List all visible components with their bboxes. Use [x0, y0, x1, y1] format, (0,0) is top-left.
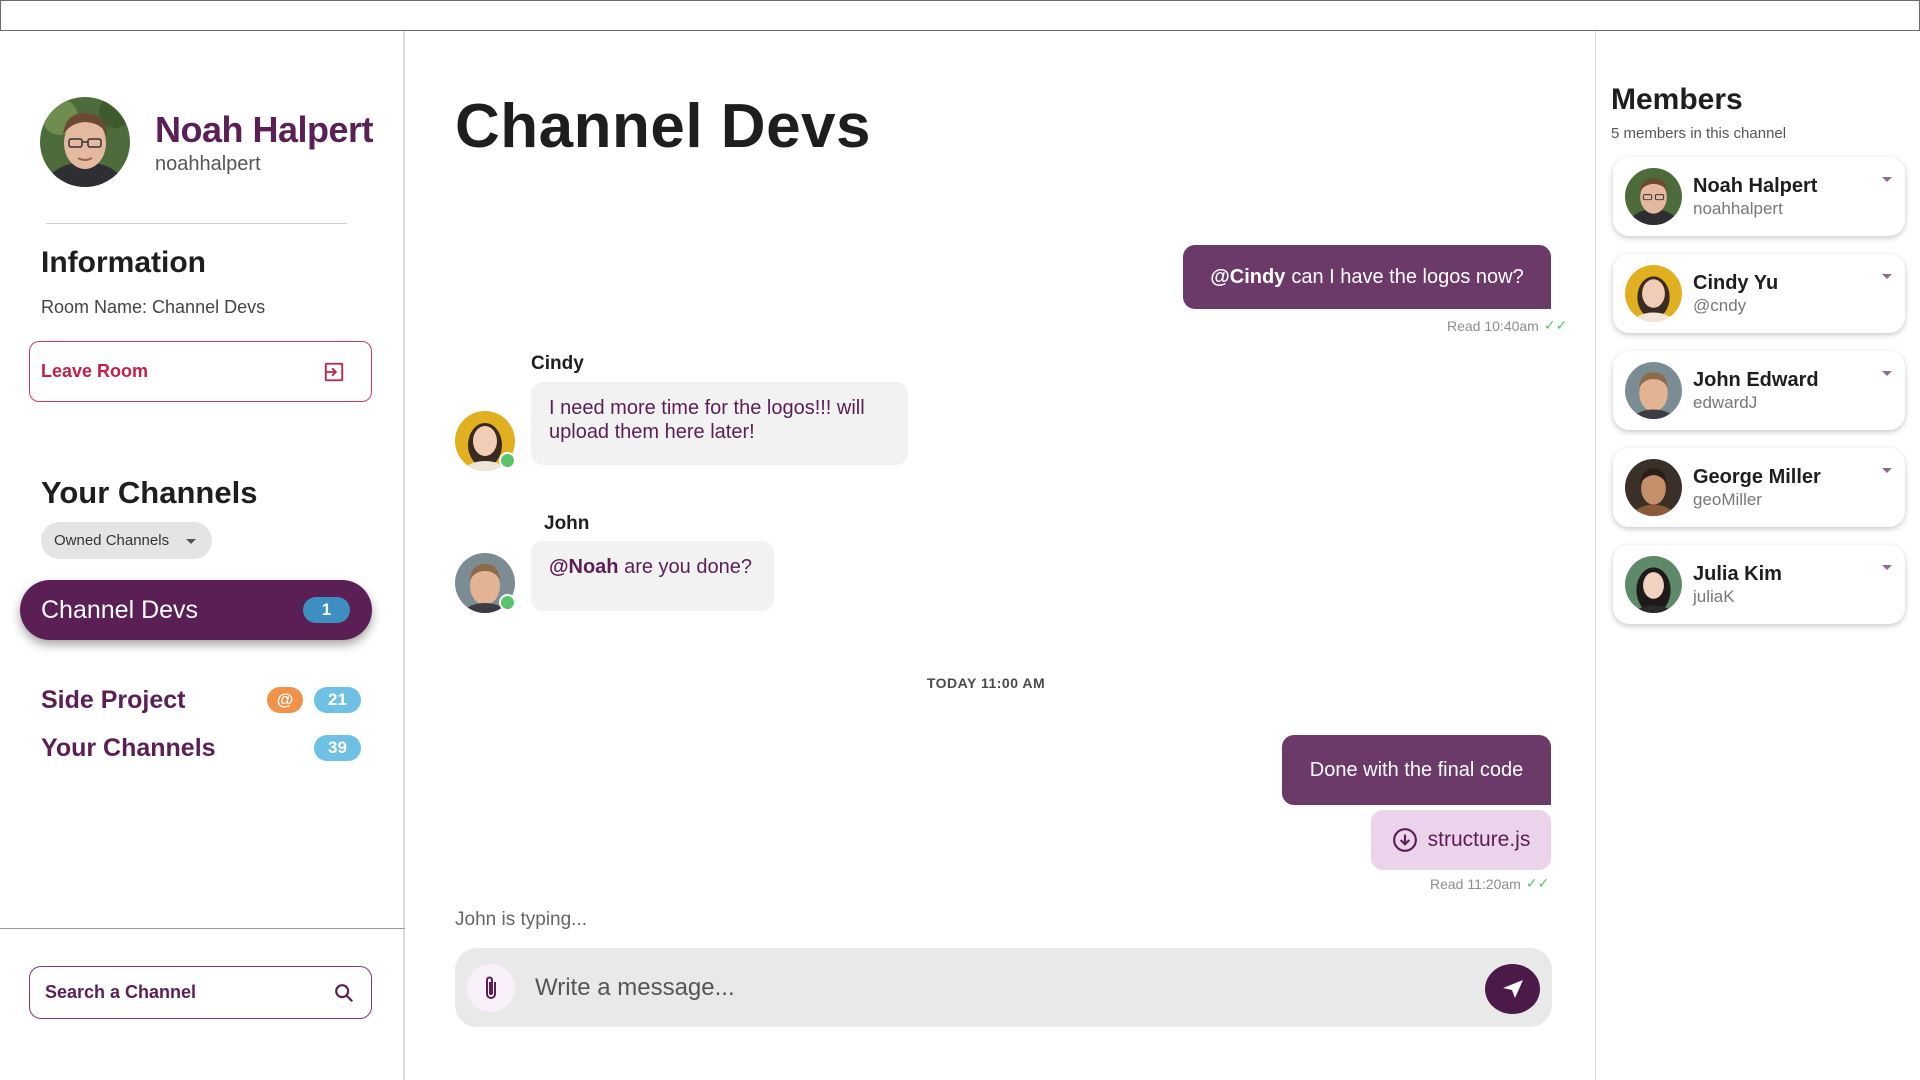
channel-item-your-channels[interactable]: Your Channels 39 — [41, 728, 361, 768]
chevron-down-icon[interactable] — [1882, 565, 1892, 570]
member-name: Julia Kim — [1693, 562, 1782, 585]
profile-avatar — [40, 97, 130, 187]
outgoing-message: @Cindy can I have the logos now? — [1183, 245, 1551, 309]
members-count: 5 members in this channel — [1611, 125, 1787, 142]
your-channels-heading: Your Channels — [41, 475, 258, 510]
mention-badge: @ — [267, 687, 303, 713]
member-avatar — [1625, 556, 1682, 613]
incoming-message: @Noah are you done? — [531, 541, 774, 611]
member-card[interactable]: Julia Kim juliaK — [1613, 545, 1905, 624]
online-status-indicator — [499, 594, 516, 611]
channel-filter-dropdown[interactable]: Owned Channels — [41, 522, 212, 559]
chevron-down-icon[interactable] — [1882, 468, 1892, 473]
member-handle: edwardJ — [1693, 392, 1758, 412]
chevron-down-icon[interactable] — [1882, 177, 1892, 182]
send-button[interactable] — [1485, 964, 1540, 1014]
double-check-icon: ✓✓ — [1525, 875, 1550, 891]
sender-name: Cindy — [531, 353, 584, 374]
member-handle: noahhalpert — [1693, 198, 1783, 218]
file-attachment[interactable]: structure.js — [1371, 810, 1551, 870]
message-text: Done with the final code — [1309, 758, 1524, 781]
member-name: Noah Halpert — [1693, 174, 1818, 197]
incoming-message: I need more time for the logos!!! will u… — [531, 382, 908, 465]
message-input[interactable] — [535, 968, 1435, 1008]
channel-search-input[interactable]: Search a Channel — [29, 966, 372, 1019]
leave-room-label: Leave Room — [41, 361, 149, 381]
read-receipt: Read 10:40am ✓✓ — [1447, 317, 1568, 334]
attach-button[interactable] — [467, 964, 515, 1012]
outgoing-message: Done with the final code — [1282, 735, 1551, 805]
member-card[interactable]: Noah Halpert noahhalpert — [1613, 157, 1905, 236]
profile-handle: noahhalpert — [155, 152, 261, 175]
channel-label: Channel Devs — [41, 595, 199, 624]
unread-badge: 21 — [314, 687, 361, 713]
members-heading: Members — [1611, 83, 1743, 116]
channel-label: Side Project — [41, 685, 186, 714]
download-icon — [1392, 828, 1417, 852]
sidebar-divider — [46, 223, 347, 224]
file-name: structure.js — [1427, 828, 1531, 851]
double-check-icon: ✓✓ — [1543, 317, 1568, 333]
sidebar-bottom-divider — [0, 928, 405, 929]
information-heading: Information — [41, 246, 206, 279]
unread-badge: 1 — [303, 597, 350, 623]
channel-label: Your Channels — [41, 733, 216, 762]
chevron-down-icon — [186, 539, 196, 544]
channel-item-channel-devs[interactable]: Channel Devs 1 — [20, 580, 372, 640]
message-mention: @Noah — [549, 556, 619, 578]
member-name: George Miller — [1693, 465, 1821, 488]
online-status-indicator — [499, 452, 516, 469]
member-handle: @cndy — [1693, 295, 1747, 315]
sender-name: John — [544, 513, 590, 534]
page-title: Channel Devs — [455, 92, 872, 161]
typing-indicator: John is typing... — [455, 909, 588, 930]
member-card[interactable]: Cindy Yu @cndy — [1613, 254, 1905, 333]
member-avatar — [1625, 459, 1682, 516]
member-card[interactable]: John Edward edwardJ — [1613, 351, 1905, 430]
exit-icon — [324, 362, 344, 381]
search-label: Search a Channel — [45, 982, 197, 1002]
search-icon — [335, 983, 354, 1002]
message-text: can I have the logos now? — [1291, 265, 1524, 288]
member-avatar — [1625, 168, 1682, 225]
member-name: John Edward — [1693, 368, 1819, 391]
time-separator: TODAY 11:00 AM — [926, 675, 1046, 691]
leave-room-button[interactable]: Leave Room — [29, 341, 372, 402]
chevron-down-icon[interactable] — [1882, 274, 1892, 279]
chevron-down-icon[interactable] — [1882, 371, 1892, 376]
channel-item-side-project[interactable]: Side Project @ 21 — [41, 680, 361, 720]
profile-name: Noah Halpert — [155, 108, 374, 150]
message-text: are you done? — [624, 556, 752, 578]
room-name-text: Room Name: Channel Devs — [41, 297, 266, 317]
read-receipt: Read 11:20am ✓✓ — [1430, 875, 1550, 892]
member-name: Cindy Yu — [1693, 271, 1779, 294]
message-mention: @Cindy — [1210, 265, 1286, 288]
member-card[interactable]: George Miller geoMiller — [1613, 448, 1905, 527]
member-handle: geoMiller — [1693, 489, 1762, 509]
member-avatar — [1625, 362, 1682, 419]
window-top-bar — [0, 0, 1920, 31]
chat-panel: Channel Devs @Cindy can I have the logos… — [405, 31, 1596, 1080]
send-icon — [1502, 980, 1523, 998]
member-avatar — [1625, 265, 1682, 322]
members-panel: Members 5 members in this channel Noah H… — [1595, 31, 1920, 1080]
paperclip-icon — [486, 976, 496, 999]
member-handle: juliaK — [1693, 586, 1735, 606]
left-sidebar: Noah Halpert noahhalpert Information Roo… — [0, 31, 405, 1080]
unread-badge: 39 — [314, 735, 361, 761]
message-composer — [455, 948, 1552, 1027]
channel-filter-label: Owned Channels — [54, 532, 170, 549]
user-profile: Noah Halpert noahhalpert — [40, 97, 374, 187]
